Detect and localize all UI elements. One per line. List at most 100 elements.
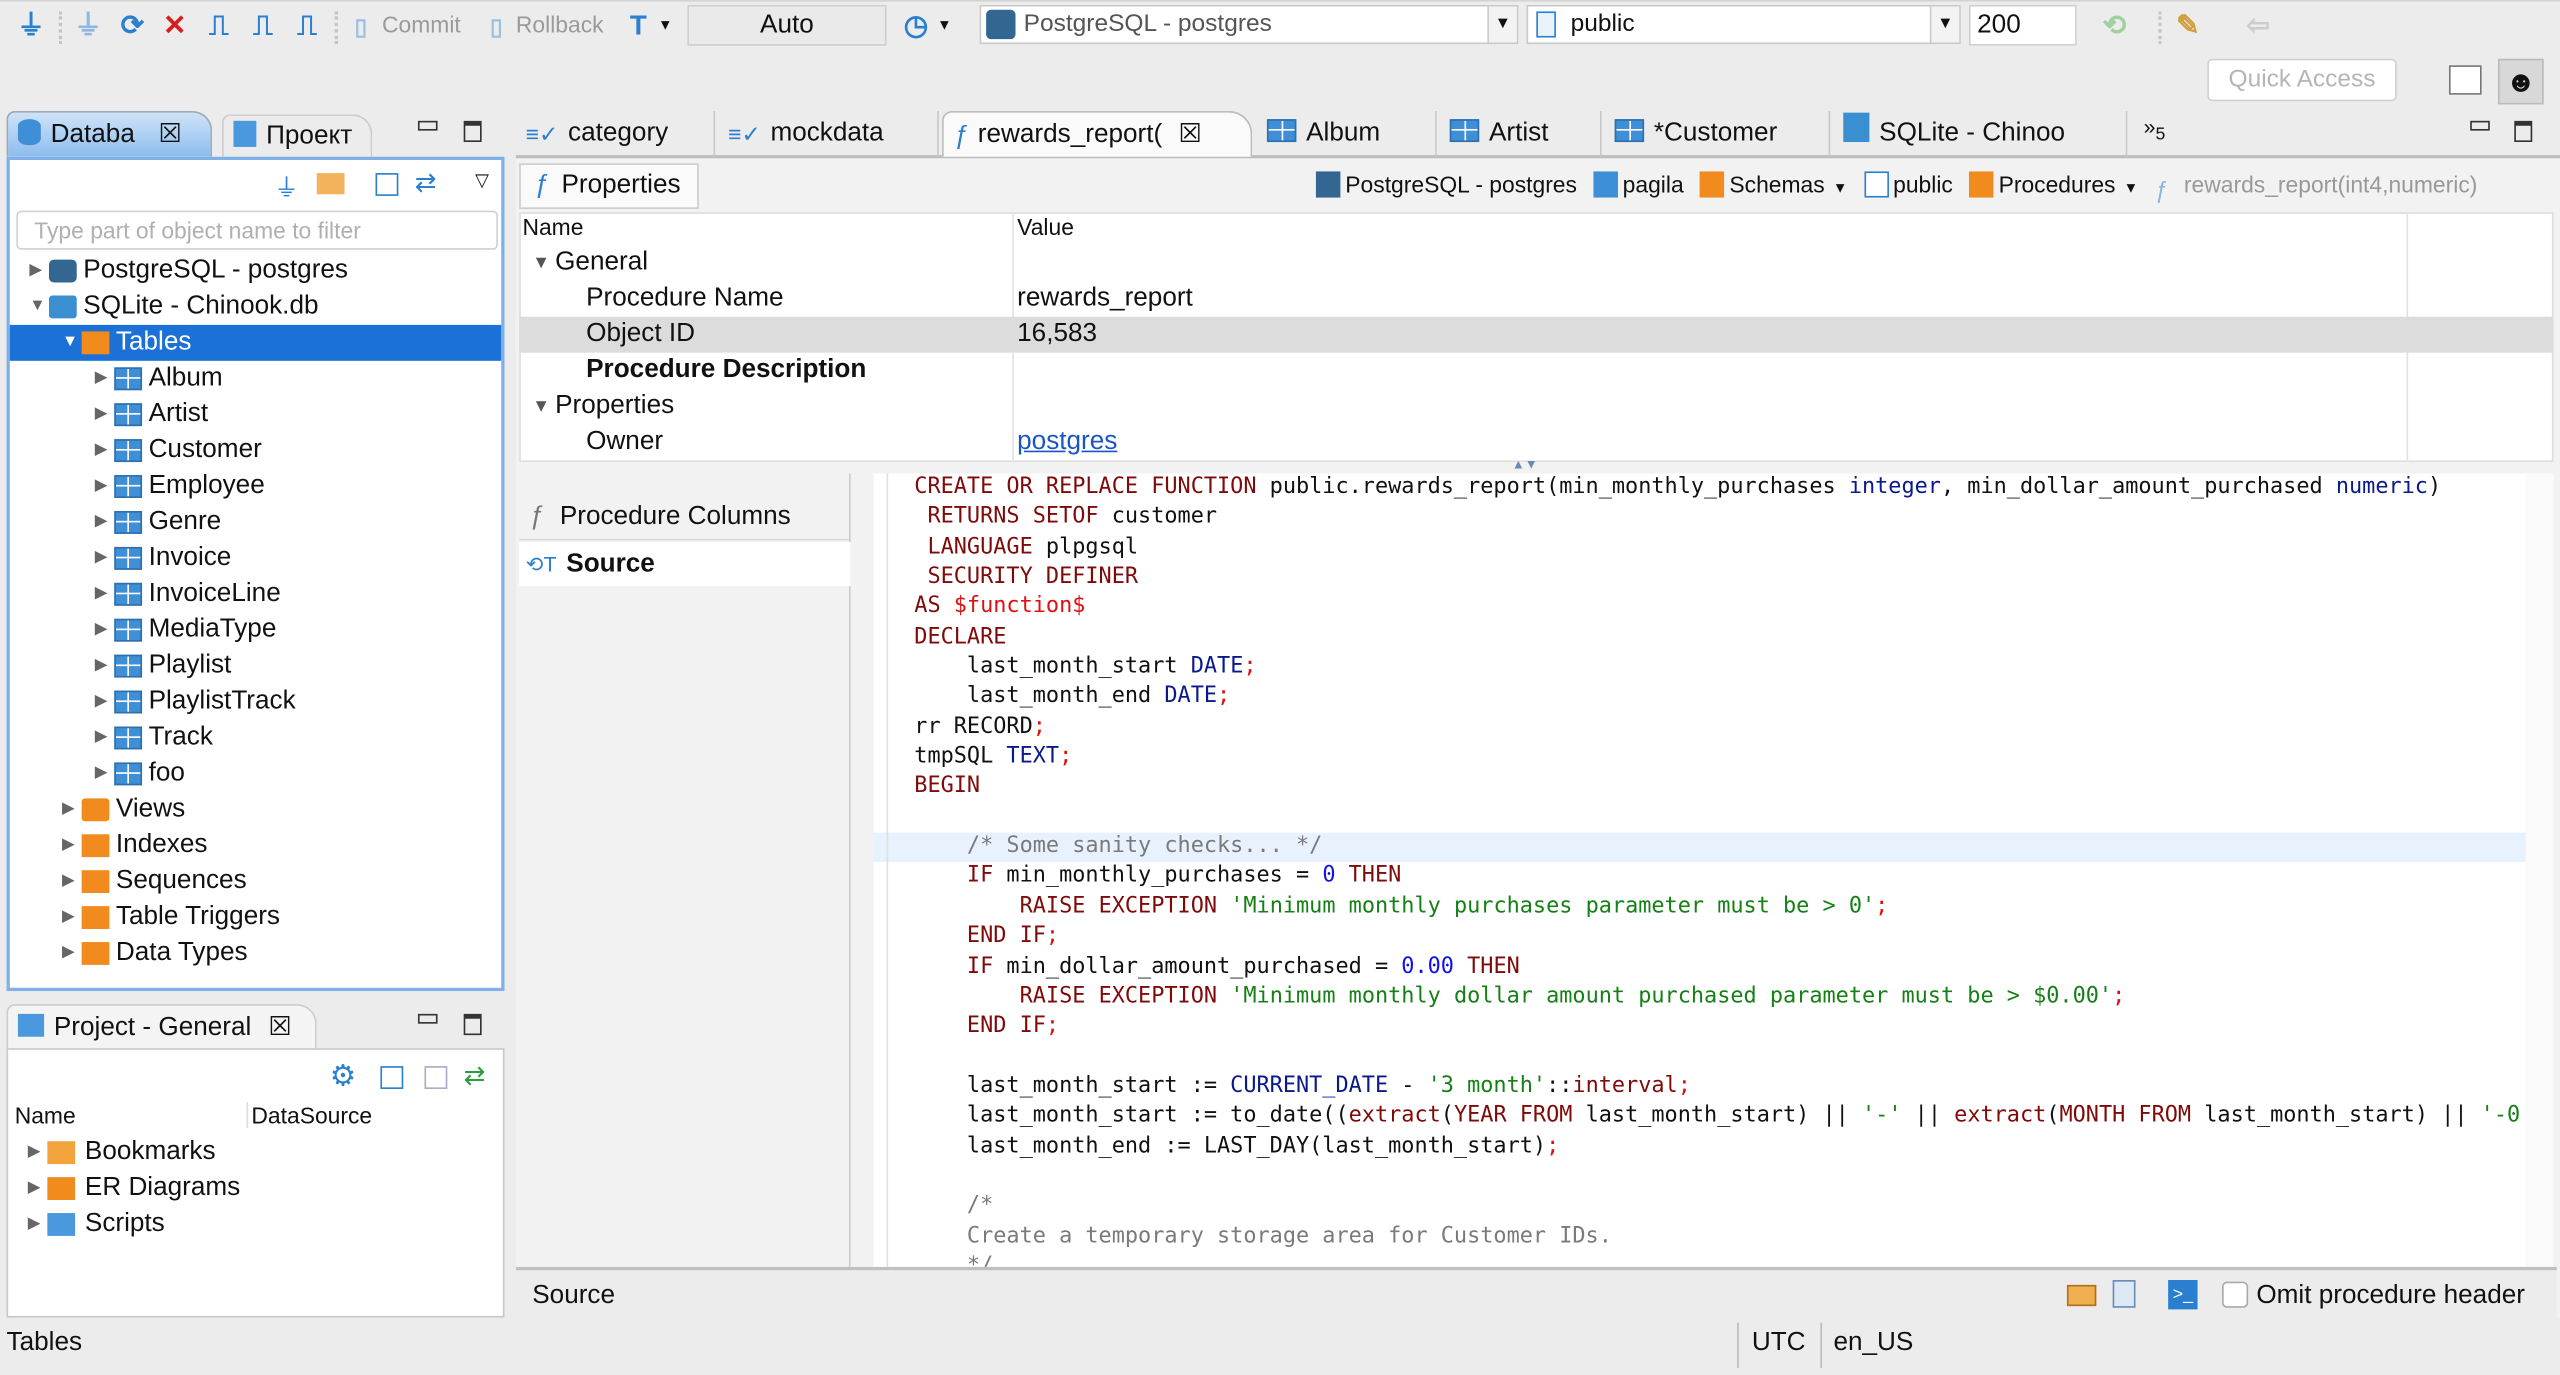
tree-item-album[interactable]: ▶ Album [10, 361, 501, 397]
schema-selector[interactable]: public ▼ [1526, 4, 1961, 45]
transaction-icon[interactable]: ⎍ [202, 8, 235, 44]
editor-tab-album[interactable]: Album [1257, 111, 1437, 157]
view-menu-icon[interactable]: ▽ [475, 170, 489, 191]
column-header-name[interactable]: Name [15, 1102, 76, 1128]
tree-item-foo[interactable]: ▶ foo [10, 756, 501, 792]
property-value[interactable]: postgres [1017, 424, 1117, 460]
collapsed-arrow-icon[interactable]: ▶ [95, 504, 111, 540]
property-row-owner[interactable]: Owner postgres [519, 424, 2553, 460]
reconnect-icon[interactable]: ⟳ [116, 8, 149, 44]
column-header-name[interactable]: Name [522, 214, 583, 240]
minimize-icon[interactable] [417, 1013, 438, 1024]
property-row-properties[interactable]: ▼ Properties [519, 389, 2553, 425]
close-icon[interactable]: ☒ [1179, 121, 1202, 149]
minimize-icon[interactable] [2470, 120, 2490, 131]
chevron-down-icon[interactable]: ▼ [1833, 180, 1848, 196]
collapsed-arrow-icon[interactable]: ▶ [95, 469, 111, 505]
collapsed-arrow-icon[interactable]: ▶ [95, 540, 111, 576]
new-connection-icon[interactable]: ⏚ [15, 8, 48, 44]
tree-item-customer[interactable]: ▶ Customer [10, 433, 501, 469]
collapsed-arrow-icon[interactable]: ▶ [28, 1171, 44, 1207]
properties-subtab[interactable]: ƒ Properties [519, 163, 699, 209]
collapsed-arrow-icon[interactable]: ▶ [28, 1207, 44, 1243]
side-tab-procedure-columns[interactable]: ƒ Procedure Columns [519, 495, 849, 541]
collapsed-arrow-icon[interactable]: ▶ [95, 612, 111, 648]
collapsed-arrow-icon[interactable]: ▶ [95, 684, 111, 720]
new-transaction-icon[interactable]: ⎍ [291, 8, 324, 44]
editor-tab-mockdata[interactable]: ≡✓ mockdata [718, 111, 939, 157]
editor-tab-customer[interactable]: *Customer [1605, 111, 1831, 157]
open-perspective-icon[interactable] [2448, 65, 2482, 95]
dropdown-arrow-icon[interactable]: ▼ [937, 16, 952, 32]
tree-item-genre[interactable]: ▶ Genre [10, 504, 501, 540]
breadcrumb-item[interactable]: Procedures ▼ [1969, 171, 2139, 198]
omit-header-label[interactable]: Omit procedure header [2256, 1282, 2525, 1311]
tab-overflow-button[interactable]: »5 [2144, 114, 2166, 144]
filter-input[interactable]: Type part of object name to filter [16, 210, 498, 250]
editor-tab-artist[interactable]: Artist [1440, 111, 1602, 157]
tree-item-employee[interactable]: ▶ Employee [10, 469, 501, 505]
commit-mode-icon[interactable]: ⎍ [247, 8, 280, 44]
refresh-icon[interactable]: ⟲ [2098, 8, 2131, 44]
rollback-button[interactable]: Rollback [516, 11, 604, 37]
side-tab-source[interactable]: ⟲T Source [519, 542, 851, 587]
chevron-down-icon[interactable]: ▼ [1929, 6, 1960, 43]
tree-item-artist[interactable]: ▶ Artist [10, 397, 501, 433]
tree-item-sequences[interactable]: ▶ Sequences [10, 864, 501, 900]
tree-item-table-triggers[interactable]: ▶ Table Triggers [10, 900, 501, 936]
history-icon[interactable]: ◷ [900, 8, 933, 44]
breadcrumb-item[interactable]: PostgreSQL - postgres [1315, 171, 1577, 198]
collapsed-arrow-icon[interactable]: ▶ [28, 1135, 44, 1171]
property-row-procedure-description[interactable]: Procedure Description [519, 353, 2553, 389]
link-with-editor-icon[interactable]: ⇄ [415, 167, 437, 200]
quick-access-input[interactable]: Quick Access [2207, 58, 2397, 102]
collapse-all-icon[interactable] [380, 1066, 404, 1089]
breadcrumb-item[interactable]: ƒ rewards_report(int4,numeric) [2155, 171, 2478, 202]
tree-item-invoice[interactable]: ▶ Invoice [10, 540, 501, 576]
collapse-all-icon[interactable] [375, 173, 399, 196]
link-with-editor-icon[interactable]: ⇄ [464, 1060, 486, 1093]
disconnect-icon[interactable]: ✕ [158, 8, 191, 44]
collapsed-arrow-icon[interactable]: ▶ [95, 756, 111, 792]
tree-item-postgresql-postgres[interactable]: ▶ PostgreSQL - postgres [10, 253, 501, 289]
connection-selector[interactable]: PostgreSQL - postgres ▼ [979, 4, 1519, 45]
expand-icon[interactable] [424, 1066, 448, 1089]
tree-item-playlist[interactable]: ▶ Playlist [10, 648, 501, 684]
collapsed-arrow-icon[interactable]: ▶ [62, 792, 78, 828]
omit-header-checkbox[interactable] [2222, 1281, 2249, 1308]
tree-item-views[interactable]: ▶ Views [10, 792, 501, 828]
maximize-icon[interactable] [463, 1013, 482, 1036]
collapsed-arrow-icon[interactable]: ▶ [95, 361, 111, 397]
back-icon[interactable]: ⇦ [2242, 8, 2275, 44]
collapsed-arrow-icon[interactable]: ▶ [62, 900, 78, 936]
tree-item-invoiceline[interactable]: ▶ InvoiceLine [10, 576, 501, 612]
tree-item-indexes[interactable]: ▶ Indexes [10, 828, 501, 864]
source-code-editor[interactable]: CREATE OR REPLACE FUNCTION public.reward… [873, 473, 2526, 1267]
open-folder-icon[interactable] [2066, 1284, 2097, 1307]
editor-tab-category[interactable]: ≡✓ category [516, 111, 716, 157]
transaction-log-icon[interactable]: T [622, 8, 655, 44]
tree-item-sqlite-chinook-db[interactable]: ▼ SQLite - Chinook.db [10, 289, 501, 325]
close-icon[interactable]: ☒ [158, 121, 181, 149]
property-row-procedure-name[interactable]: Procedure Name rewards_report [519, 281, 2553, 317]
commit-button[interactable]: Commit [382, 11, 461, 37]
chevron-down-icon[interactable]: ▼ [2124, 180, 2139, 196]
gear-icon[interactable]: ⚙ [330, 1060, 356, 1094]
chevron-down-icon[interactable]: ▼ [1487, 6, 1517, 43]
collapsed-arrow-icon[interactable]: ▶ [62, 864, 78, 900]
collapsed-arrow-icon[interactable]: ▶ [62, 936, 78, 972]
collapsed-arrow-icon[interactable]: ▶ [95, 397, 111, 433]
new-folder-icon[interactable] [316, 173, 345, 195]
project-item-scripts[interactable]: ▶ Scripts [8, 1207, 503, 1243]
project-tab[interactable]: Проект [222, 114, 373, 157]
collapsed-arrow-icon[interactable]: ▶ [29, 253, 45, 289]
editor-tab-rewards-report[interactable]: ƒ rewards_report(☒ [942, 111, 1253, 157]
tree-item-playlisttrack[interactable]: ▶ PlaylistTrack [10, 684, 501, 720]
editor-scrollbar[interactable] [2525, 473, 2554, 1267]
property-row-object-id[interactable]: Object ID 16,583 [519, 316, 2554, 353]
expanded-arrow-icon[interactable]: ▼ [29, 289, 45, 325]
collapsed-arrow-icon[interactable]: ▶ [95, 433, 111, 469]
column-header-datasource[interactable]: DataSource [246, 1102, 372, 1129]
expanded-arrow-icon[interactable]: ▼ [532, 389, 550, 425]
minimize-icon[interactable] [417, 120, 438, 131]
